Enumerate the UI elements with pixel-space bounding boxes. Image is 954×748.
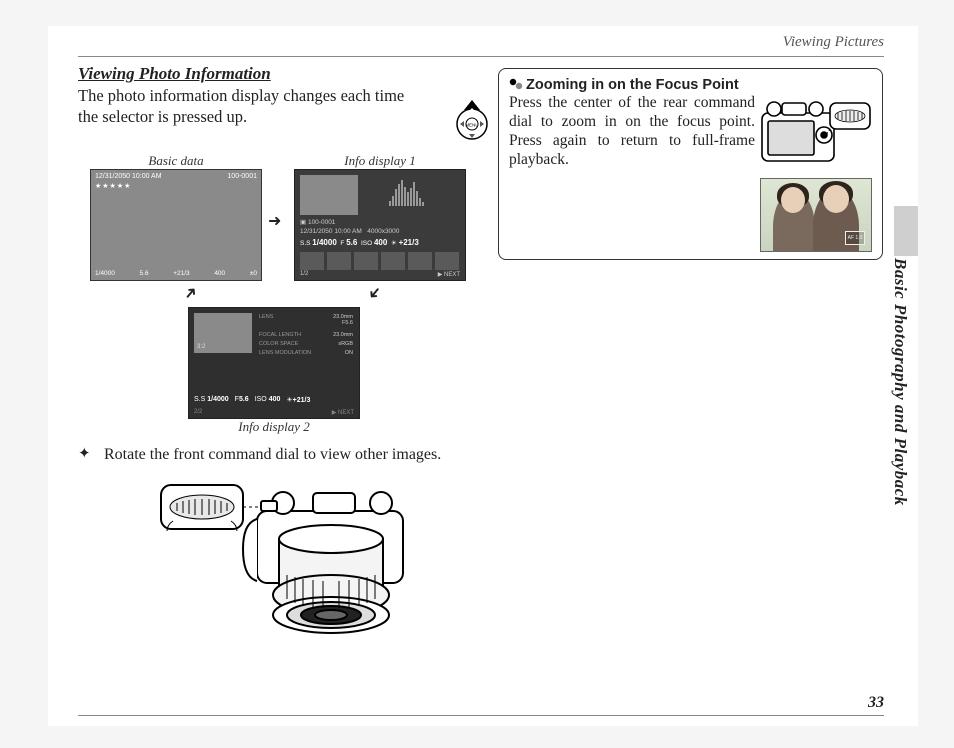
label-info2: Info display 2 (188, 419, 360, 435)
s3-k-fl: FOCAL LENGTH (259, 332, 301, 338)
manual-page: Viewing Pictures Basic Photography and P… (48, 26, 918, 726)
screen-info-2: 3:2 LENS 23.0mm F5.6 FOCAL LENGTH 23.0mm… (188, 307, 360, 435)
s1-settings-row: 1/4000 5.6 +21/3 400 ±0 (95, 270, 257, 277)
right-column: Zooming in on the Focus Point Press the … (498, 68, 883, 260)
s3-thumb: 3:2 (194, 313, 252, 353)
note-title: Zooming in on the Focus Point (509, 77, 872, 94)
s3-v-cs: sRGB (338, 341, 353, 347)
intro-text: The photo information display changes ea… (78, 86, 418, 127)
header-rule (78, 56, 884, 57)
info-cycle-diagram: Basic data 12/31/2050 10:00 AM 100-0001 … (78, 139, 488, 439)
note-lead-icon (509, 78, 523, 94)
s3-k-cs: COLOR SPACE (259, 341, 298, 347)
tip-row: ✦ Rotate the front command dial to view … (78, 445, 488, 465)
s2-footer: 1/2▶ NEXT (300, 271, 460, 278)
note-body: Press the center of the rear command dia… (509, 94, 755, 170)
s3-exposure: S.S 1/4000 F5.6 ISO 400 ☀+21/3 (194, 396, 354, 404)
s1-flash: ±0 (250, 270, 257, 277)
screen-basic-data: Basic data 12/31/2050 10:00 AM 100-0001 … (90, 153, 262, 281)
arrow-up-left-icon: ➜ (179, 282, 203, 305)
camera-front-figure (153, 479, 413, 639)
s1-ev: +21/3 (173, 270, 189, 277)
svg-text:MENU: MENU (465, 123, 478, 128)
s3-v-fl: 23.0mm (333, 332, 353, 338)
s1-rating: ★★★★★ (95, 182, 131, 190)
left-column: Viewing Photo Information The photo info… (78, 64, 488, 639)
thumb-tab (894, 206, 918, 256)
s3-k-lens: LENS (259, 314, 273, 320)
header-section: Viewing Pictures (783, 34, 884, 51)
s2-histogram-icon (389, 178, 459, 206)
note-illustration: AF 1.0 (760, 99, 872, 252)
sample-photo: AF 1.0 (760, 178, 872, 252)
s3-v-lens: 23.0mm F5.6 (333, 314, 353, 326)
arrow-down-left-icon: ➜ (363, 282, 387, 305)
selector-up-icon: MENU (450, 98, 494, 142)
page-number: 33 (868, 694, 884, 712)
arrow-right-icon: ➜ (268, 211, 281, 231)
s2-thumb (300, 175, 358, 215)
footer-rule (78, 715, 884, 716)
af-overlay-icon: AF 1.0 (845, 231, 865, 245)
label-basic: Basic data (90, 153, 262, 169)
s1-shutter: 1/4000 (95, 270, 115, 277)
s1-date: 12/31/2050 10:00 AM (95, 173, 162, 180)
tip-text: Rotate the front command dial to view ot… (104, 445, 488, 465)
s1-aperture: 5.6 (140, 270, 149, 277)
tip-bullet-icon: ✦ (78, 445, 104, 465)
section-title: Viewing Photo Information (78, 64, 488, 84)
s3-footer: 2/2▶ NEXT (194, 409, 354, 416)
chapter-label: Basic Photography and Playback (890, 258, 910, 506)
s2-exposure: S.S 1/4000 F 5.6 ISO 400 ☀ +21/3 (300, 238, 419, 247)
s3-k-lm: LENS MODULATION (259, 350, 311, 356)
s3-v-lm: ON (345, 350, 353, 356)
note-box: Zooming in on the Focus Point Press the … (498, 68, 883, 260)
s1-frame: 100-0001 (227, 173, 257, 180)
camera-rear-icon (760, 99, 872, 165)
s2-frame: ▣ 100-0001 (300, 218, 335, 226)
screen-info-1: Info display 1 ▣ 100-0001 12/31/2050 10:… (294, 153, 466, 281)
s1-iso: 400 (214, 270, 225, 277)
s2-date: 12/31/2050 10:00 AM 4000x3000 (300, 228, 399, 235)
s2-simulation-row (300, 252, 459, 270)
label-info1: Info display 1 (294, 153, 466, 169)
